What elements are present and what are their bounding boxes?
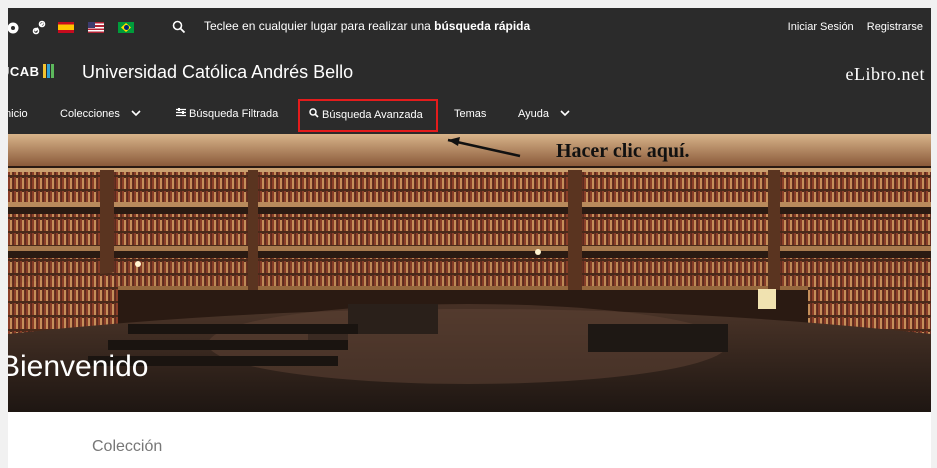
- nav-busqueda-filtrada-label: Búsqueda Filtrada: [189, 108, 279, 120]
- search-icon: [309, 108, 319, 118]
- welcome-heading: Bienvenido: [8, 350, 149, 383]
- flag-us-icon[interactable]: [88, 22, 104, 33]
- nav-busqueda-filtrada[interactable]: Búsqueda Filtrada: [176, 108, 278, 120]
- search-icon[interactable]: [172, 20, 186, 34]
- nav-busqueda-avanzada-label: Búsqueda Avanzada: [322, 109, 423, 121]
- nav-temas[interactable]: Temas: [454, 108, 486, 120]
- logo-bars: [42, 64, 54, 78]
- quick-search-prefix: Teclee en cualquier lugar para realizar …: [204, 19, 435, 33]
- nav-busqueda-avanzada[interactable]: Búsqueda Avanzada: [309, 108, 423, 121]
- quick-search-bold: búsqueda rápida: [434, 19, 531, 33]
- login-link[interactable]: Iniciar Sesión: [788, 21, 854, 33]
- nav-ayuda[interactable]: Ayuda: [518, 108, 570, 120]
- flag-br-icon[interactable]: [118, 22, 134, 33]
- elibro-brand[interactable]: eLibro.net: [846, 64, 925, 85]
- site-header: UCAB Universidad Católica Andrés Bello e…: [8, 48, 931, 96]
- university-name: Universidad Católica Andrés Bello: [82, 62, 354, 82]
- filter-icon: [176, 108, 186, 117]
- chevron-down-icon: [560, 110, 570, 117]
- main-nav: Inicio Colecciones Búsqueda Filtrada Bús…: [8, 96, 931, 134]
- nav-colecciones-label: Colecciones: [60, 108, 120, 120]
- account-links: Iniciar Sesión Registrarse: [778, 21, 923, 33]
- click-here-callout: Hacer clic aquí.: [556, 140, 690, 162]
- nav-ayuda-label: Ayuda: [518, 108, 549, 120]
- nav-inicio[interactable]: Inicio: [8, 108, 28, 120]
- logo-text: UCAB: [8, 63, 40, 79]
- register-link[interactable]: Registrarse: [867, 21, 923, 33]
- collection-section-title: Colección: [92, 438, 163, 455]
- chevron-down-icon: [131, 110, 141, 117]
- flag-es-icon[interactable]: [58, 22, 74, 33]
- github-icon[interactable]: [8, 20, 22, 36]
- quick-search-hint[interactable]: Teclee en cualquier lugar para realizar …: [204, 19, 530, 33]
- ucab-logo[interactable]: UCAB: [8, 62, 54, 80]
- nav-colecciones[interactable]: Colecciones: [60, 108, 141, 120]
- page-frame: Teclee en cualquier lugar para realizar …: [8, 8, 931, 468]
- top-bar: Teclee en cualquier lugar para realizar …: [8, 8, 931, 48]
- hero-banner: Hacer clic aquí. Bienvenido: [8, 134, 931, 412]
- link-icon[interactable]: [32, 20, 46, 36]
